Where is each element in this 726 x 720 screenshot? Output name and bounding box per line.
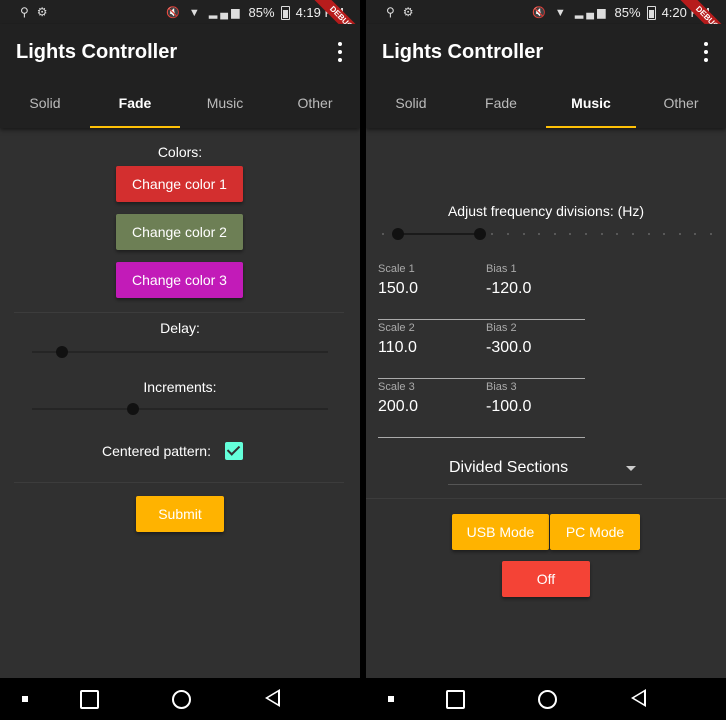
mode-dropdown[interactable]: Divided Sections xyxy=(448,458,642,485)
frequency-range-slider[interactable] xyxy=(382,226,712,242)
range-tick xyxy=(382,233,384,235)
tab-fade[interactable]: Fade xyxy=(456,80,546,128)
range-tick xyxy=(506,233,509,235)
change-color-3-button[interactable]: Change color 3 xyxy=(116,262,243,298)
menu-dot-icon[interactable] xyxy=(388,696,394,702)
range-tick xyxy=(678,233,681,235)
battery-percent: 85% xyxy=(248,5,275,20)
divider xyxy=(14,312,344,313)
signal-icons: 🔇 ▼ ▂▄▆ xyxy=(532,7,609,19)
delay-slider-thumb[interactable] xyxy=(55,346,68,358)
range-tick xyxy=(647,233,650,235)
bias-3-field[interactable]: Bias 3 -100.0 xyxy=(486,381,585,438)
tab-fade[interactable]: Fade xyxy=(90,80,180,128)
scale-1-field[interactable]: Scale 1 150.0 xyxy=(378,263,486,320)
centered-pattern-label: Centered pattern: xyxy=(102,443,211,459)
recents-icon[interactable] xyxy=(446,690,465,709)
range-tick xyxy=(585,233,588,235)
tab-music[interactable]: Music xyxy=(546,80,636,128)
centered-pattern-checkbox[interactable] xyxy=(225,442,243,460)
notification-icons: ⚲⚙ xyxy=(20,5,56,19)
more-vert-icon[interactable] xyxy=(336,42,344,62)
tab-bar: Solid Fade Music Other xyxy=(0,80,360,128)
range-tick xyxy=(491,233,494,235)
tab-other[interactable]: Other xyxy=(636,80,726,128)
tab-music[interactable]: Music xyxy=(180,80,270,128)
range-tick xyxy=(600,233,603,235)
dropdown-value: Divided Sections xyxy=(449,459,569,476)
range-tick xyxy=(631,233,634,235)
app-title: Lights Controller xyxy=(382,41,544,63)
menu-dot-icon[interactable] xyxy=(22,696,28,702)
left-screen: ⚲⚙ 🔇 ▼ ▂▄▆ 85% 4:19 PM DEBUG Lights Cont… xyxy=(0,0,360,678)
app-bar: Lights Controller Solid Fade Music Other xyxy=(366,24,726,128)
divider xyxy=(366,498,726,499)
change-color-2-button[interactable]: Change color 2 xyxy=(116,214,243,250)
colors-label: Colors: xyxy=(157,144,203,160)
status-bar: ⚲⚙ 🔇 ▼ ▂▄▆ 85% 4:20 PM DEBUG xyxy=(366,0,726,50)
usb-mode-button[interactable]: USB Mode xyxy=(452,514,549,550)
submit-button[interactable]: Submit xyxy=(136,496,224,532)
fade-tab-content: Colors: Change color 1 Change color 2 Ch… xyxy=(0,128,360,678)
range-tick xyxy=(522,233,525,235)
app-title: Lights Controller xyxy=(16,41,178,63)
frequency-label: Adjust frequency divisions: (Hz) xyxy=(447,203,645,219)
status-bar: ⚲⚙ 🔇 ▼ ▂▄▆ 85% 4:19 PM DEBUG xyxy=(0,0,360,50)
bias-1-field[interactable]: Bias 1 -120.0 xyxy=(486,263,585,320)
range-start-thumb[interactable] xyxy=(392,228,405,240)
tab-bar: Solid Fade Music Other xyxy=(366,80,726,128)
battery-icon xyxy=(280,5,290,20)
battery-icon xyxy=(646,5,656,20)
range-tick xyxy=(663,233,666,235)
range-tick xyxy=(569,233,572,235)
more-vert-icon[interactable] xyxy=(702,42,710,62)
range-end-thumb[interactable] xyxy=(474,228,487,240)
bias-2-field[interactable]: Bias 2 -300.0 xyxy=(486,322,585,379)
increments-slider[interactable] xyxy=(32,399,328,419)
home-icon[interactable] xyxy=(172,690,191,709)
range-active-track xyxy=(398,233,481,235)
tab-solid[interactable]: Solid xyxy=(0,80,90,128)
back-icon[interactable] xyxy=(631,689,646,707)
music-tab-content: Adjust frequency divisions: (Hz) Scale 1… xyxy=(366,128,726,678)
range-tick xyxy=(616,233,619,235)
right-screen: ⚲⚙ 🔇 ▼ ▂▄▆ 85% 4:20 PM DEBUG Lights Cont… xyxy=(366,0,726,678)
range-tick xyxy=(694,233,697,235)
delay-slider[interactable] xyxy=(32,342,328,362)
tab-other[interactable]: Other xyxy=(270,80,360,128)
change-color-1-button[interactable]: Change color 1 xyxy=(116,166,243,202)
scale-2-field[interactable]: Scale 2 110.0 xyxy=(378,322,486,379)
range-tick xyxy=(538,233,541,235)
increments-slider-thumb[interactable] xyxy=(126,403,139,415)
tab-solid[interactable]: Solid xyxy=(366,80,456,128)
pc-mode-button[interactable]: PC Mode xyxy=(550,514,640,550)
off-button[interactable]: Off xyxy=(502,561,590,597)
dropdown-arrow-icon xyxy=(626,466,636,471)
signal-icons: 🔇 ▼ ▂▄▆ xyxy=(166,7,243,19)
battery-percent: 85% xyxy=(614,5,641,20)
back-icon[interactable] xyxy=(265,689,280,707)
system-navigation-bar xyxy=(0,678,726,720)
app-bar: Lights Controller Solid Fade Music Other xyxy=(0,24,360,128)
notification-icons: ⚲⚙ xyxy=(386,5,422,19)
delay-label: Delay: xyxy=(160,320,200,336)
home-icon[interactable] xyxy=(538,690,557,709)
scale-3-field[interactable]: Scale 3 200.0 xyxy=(378,381,486,438)
recents-icon[interactable] xyxy=(80,690,99,709)
range-tick xyxy=(710,233,712,235)
divider xyxy=(14,482,344,483)
range-tick xyxy=(553,233,556,235)
increments-label: Increments: xyxy=(143,379,217,395)
